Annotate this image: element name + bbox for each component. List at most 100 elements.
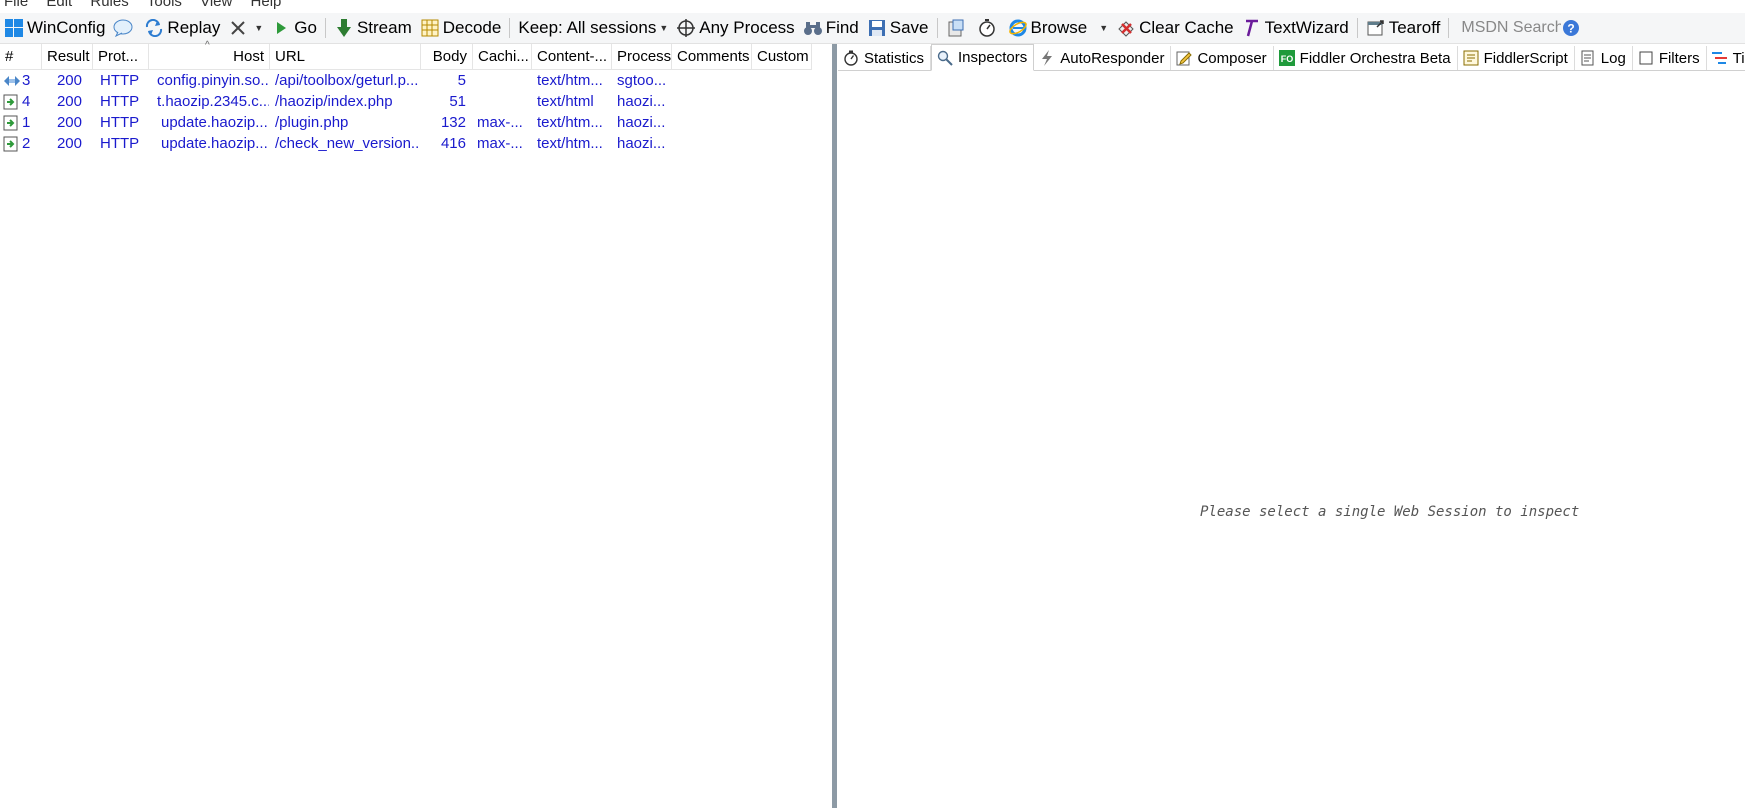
help-icon[interactable]: ? xyxy=(1561,18,1581,38)
session-row[interactable]: 4 200 HTTP t.haozip.2345.c... /haozip/in… xyxy=(0,91,812,112)
session-process: haozi... xyxy=(617,114,666,131)
menu-file[interactable]: File xyxy=(4,0,28,10)
any-process-button[interactable]: Any Process xyxy=(672,14,798,42)
session-row[interactable]: 3 200 HTTP config.pinyin.so... /api/tool… xyxy=(0,70,812,91)
keep-sessions-dropdown[interactable]: Keep: All sessions ▼ xyxy=(514,14,672,42)
x-icon xyxy=(228,18,248,38)
timer-button[interactable] xyxy=(973,14,1004,42)
go-button[interactable]: Go xyxy=(267,14,321,42)
tab-fiddlerscript[interactable]: FiddlerScript xyxy=(1458,46,1575,70)
windows-icon xyxy=(4,18,24,38)
session-row[interactable]: 2 200 HTTP update.haozip.... /check_new_… xyxy=(0,133,812,154)
tab-filters-label: Filters xyxy=(1658,49,1700,67)
tearoff-window-icon xyxy=(1366,18,1386,38)
msdn-search-input[interactable]: MSDN Search... xyxy=(1461,19,1561,37)
col-url[interactable]: URL xyxy=(270,44,421,69)
textwizard-icon xyxy=(1242,18,1262,38)
script-icon xyxy=(1463,50,1479,66)
session-number: 1 xyxy=(22,114,31,131)
clear-cache-button[interactable]: Clear Cache xyxy=(1112,14,1238,42)
winconfig-button[interactable]: WinConfig xyxy=(0,14,109,42)
html-page-icon xyxy=(3,91,21,112)
toolbar: WinConfig Replay ▼ Go Stream Decode Keep… xyxy=(0,13,1745,44)
tab-fiddler-orchestra[interactable]: FO Fiddler Orchestra Beta xyxy=(1274,46,1458,70)
tab-inspectors[interactable]: Inspectors xyxy=(931,44,1035,71)
col-process[interactable]: Process xyxy=(612,44,672,69)
tab-autoresponder[interactable]: AutoResponder xyxy=(1034,46,1172,70)
stream-button[interactable]: Stream xyxy=(330,14,416,42)
col-result[interactable]: Result xyxy=(42,44,93,69)
menu-rules[interactable]: Rules xyxy=(90,0,128,10)
tab-timeline[interactable]: Timeline xyxy=(1707,46,1745,70)
svg-text:?: ? xyxy=(1568,22,1575,36)
menu-tools[interactable]: Tools xyxy=(147,0,182,10)
menu-view[interactable]: View xyxy=(200,0,232,10)
pane-splitter[interactable] xyxy=(832,44,837,808)
col-custom[interactable]: Custom xyxy=(752,44,812,69)
find-button[interactable]: Find xyxy=(799,14,863,42)
col-number[interactable]: # xyxy=(0,44,42,69)
tab-composer[interactable]: Composer xyxy=(1171,46,1274,70)
magnifier-icon xyxy=(937,50,953,66)
sessions-pane: # Result Prot... Host ^ URL Body Cachi..… xyxy=(0,40,832,808)
save-button[interactable]: Save xyxy=(863,14,933,42)
session-host: config.pinyin.so... xyxy=(157,72,269,89)
tab-statistics[interactable]: Statistics xyxy=(838,46,932,70)
session-content-type: text/html xyxy=(537,93,594,110)
session-body: 416 xyxy=(440,135,466,152)
toolbar-divider xyxy=(324,18,326,38)
chevron-down-icon: ▼ xyxy=(1099,23,1109,33)
session-host: update.haozip.... xyxy=(161,114,269,131)
stopwatch-icon xyxy=(977,18,997,38)
checkbox-icon xyxy=(1638,50,1654,66)
log-document-icon xyxy=(1580,50,1596,66)
play-icon xyxy=(271,18,291,38)
session-content-type: text/htm... xyxy=(537,72,603,89)
col-content-type[interactable]: Content-... xyxy=(532,44,612,69)
browse-button[interactable]: Browse ▼ xyxy=(1004,14,1113,42)
session-protocol: HTTP xyxy=(100,72,140,89)
inspector-empty-message: Please select a single Web Session to in… xyxy=(1200,504,1580,520)
textwizard-button[interactable]: TextWizard xyxy=(1238,14,1353,42)
session-caching: max-... xyxy=(477,135,523,152)
replay-arrows-icon xyxy=(144,18,164,38)
chevron-down-icon: ▼ xyxy=(254,23,264,33)
tab-inspectors-label: Inspectors xyxy=(958,49,1028,66)
toolbar-divider xyxy=(936,18,938,38)
tab-fiddler-orchestra-label: Fiddler Orchestra Beta xyxy=(1299,49,1451,67)
decode-grid-icon xyxy=(420,18,440,38)
session-result: 200 xyxy=(56,72,82,89)
col-protocol[interactable]: Prot... xyxy=(93,44,149,69)
menu-edit[interactable]: Edit xyxy=(46,0,72,10)
comment-button[interactable] xyxy=(109,14,140,42)
menu-help[interactable]: Help xyxy=(251,0,282,10)
col-caching[interactable]: Cachi... xyxy=(473,44,532,69)
any-process-label: Any Process xyxy=(699,18,795,37)
session-host: update.haozip.... xyxy=(161,135,269,152)
fiddler-orchestra-icon: FO xyxy=(1278,50,1295,66)
session-row[interactable]: 1 200 HTTP update.haozip.... /plugin.php… xyxy=(0,112,812,133)
session-url: /api/toolbox/geturl.p... xyxy=(275,72,419,89)
decode-button[interactable]: Decode xyxy=(416,14,506,42)
stream-label: Stream xyxy=(356,18,412,37)
remove-button[interactable]: ▼ xyxy=(224,14,267,42)
msdn-search-box[interactable]: MSDN Search... ? xyxy=(1453,14,1588,42)
session-number: 2 xyxy=(22,135,31,152)
session-body: 132 xyxy=(440,114,466,131)
session-number: 3 xyxy=(22,72,31,89)
col-comments[interactable]: Comments xyxy=(672,44,752,69)
tearoff-button[interactable]: Tearoff xyxy=(1362,14,1445,42)
svg-text:FO: FO xyxy=(1280,54,1293,64)
session-protocol: HTTP xyxy=(100,93,140,110)
toolbar-divider xyxy=(509,18,511,38)
session-content-type: text/htm... xyxy=(537,114,603,131)
replay-button[interactable]: Replay xyxy=(140,14,224,42)
tab-log-label: Log xyxy=(1600,49,1626,67)
col-body[interactable]: Body xyxy=(421,44,473,69)
go-label: Go xyxy=(294,18,317,37)
tab-log[interactable]: Log xyxy=(1575,46,1633,70)
textwizard-label: TextWizard xyxy=(1264,18,1349,37)
screenshot-button[interactable] xyxy=(942,14,973,42)
tab-filters[interactable]: Filters xyxy=(1633,46,1707,70)
decode-label: Decode xyxy=(442,18,502,37)
